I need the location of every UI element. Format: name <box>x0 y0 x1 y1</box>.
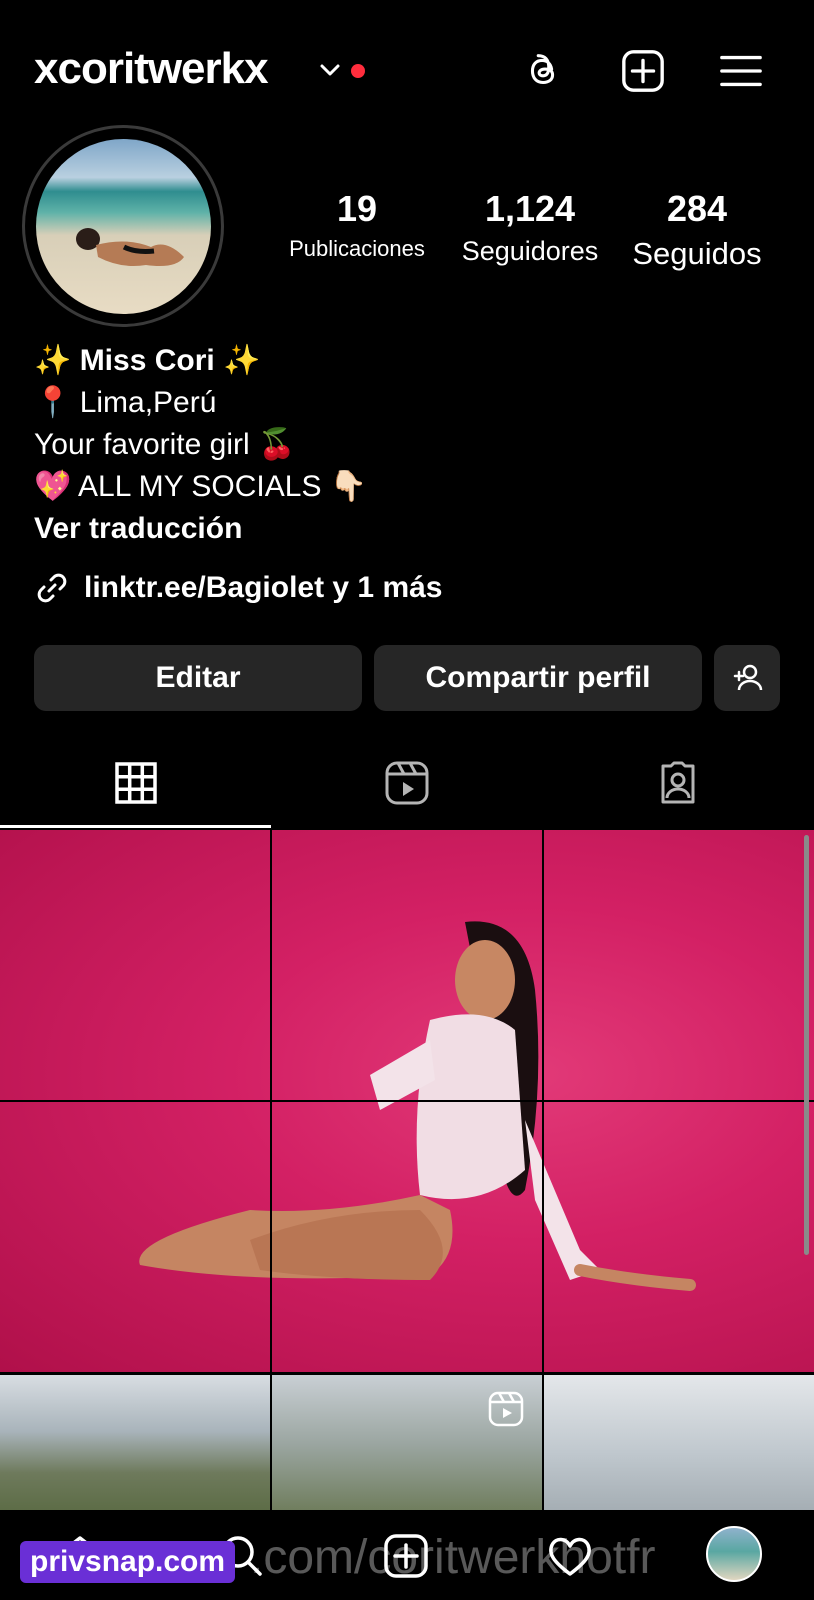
post-thumbnail[interactable] <box>272 1375 542 1515</box>
profile-username[interactable]: xcoritwerkx <box>34 44 269 94</box>
avatar[interactable] <box>36 139 211 314</box>
post-thumbnail[interactable] <box>0 830 814 1372</box>
posts-grid <box>0 830 814 1515</box>
profile-display-name: ✨ Miss Cori ✨ <box>34 344 261 377</box>
posts-count-label: Publicaciones <box>289 236 425 261</box>
reel-badge-icon <box>488 1391 524 1427</box>
menu-icon[interactable] <box>718 48 764 94</box>
threads-icon[interactable] <box>520 48 566 94</box>
followers-count-label: Seguidores <box>461 236 599 266</box>
grid-divider <box>0 1100 814 1102</box>
profile-bio: ✨ Miss Cori ✨ 📍 Lima,Perú Your favorite … <box>34 340 367 550</box>
post-thumbnail[interactable] <box>0 1375 270 1515</box>
profile-tabs <box>0 738 814 828</box>
profile-link[interactable]: linktr.ee/Bagiolet y 1 más <box>34 566 443 610</box>
top-bar: xcoritwerkx <box>0 0 814 130</box>
create-post-icon[interactable] <box>620 48 666 94</box>
edit-profile-button[interactable]: Editar <box>34 645 362 711</box>
following-count-label: Seguidos <box>632 236 762 271</box>
tagged-icon <box>661 761 694 804</box>
bio-location: 📍 Lima,Perú <box>34 386 217 419</box>
discover-people-button[interactable] <box>714 645 780 711</box>
translate-link[interactable]: Ver traducción <box>34 508 367 550</box>
reels-icon <box>385 761 428 805</box>
post-thumbnail[interactable] <box>544 1375 814 1515</box>
tab-reels[interactable] <box>271 738 542 828</box>
tab-posts-grid[interactable] <box>0 738 271 828</box>
posts-count-value: 19 <box>336 188 378 229</box>
grid-icon <box>114 762 157 804</box>
tab-tagged[interactable] <box>542 738 813 828</box>
watermark-ghost-text: .com/coritwerkhotfr <box>250 1531 656 1584</box>
avatar-photo <box>76 228 184 266</box>
following-count[interactable]: 284 Seguidos <box>622 188 772 272</box>
followers-count-value: 1,124 <box>484 188 576 229</box>
share-profile-button[interactable]: Compartir perfil <box>374 645 702 711</box>
add-person-icon <box>733 664 763 691</box>
posts-count[interactable]: 19 Publicaciones <box>284 188 430 262</box>
watermark-badge: privsnap.com <box>20 1541 236 1583</box>
link-icon <box>37 573 67 603</box>
post-photo <box>139 921 696 1291</box>
scrollbar[interactable] <box>804 835 809 1255</box>
following-count-value: 284 <box>666 188 728 229</box>
notification-dot <box>351 64 365 78</box>
bio-line: Your favorite girl 🍒 <box>34 428 296 461</box>
followers-count[interactable]: 1,124 Seguidores <box>444 188 616 267</box>
active-tab-indicator <box>0 825 271 828</box>
chevron-down-icon[interactable] <box>318 58 342 82</box>
bio-line: 💖 ALL MY SOCIALS 👇🏻 <box>34 470 368 503</box>
profile-link-text[interactable]: linktr.ee/Bagiolet y 1 más <box>84 571 443 605</box>
